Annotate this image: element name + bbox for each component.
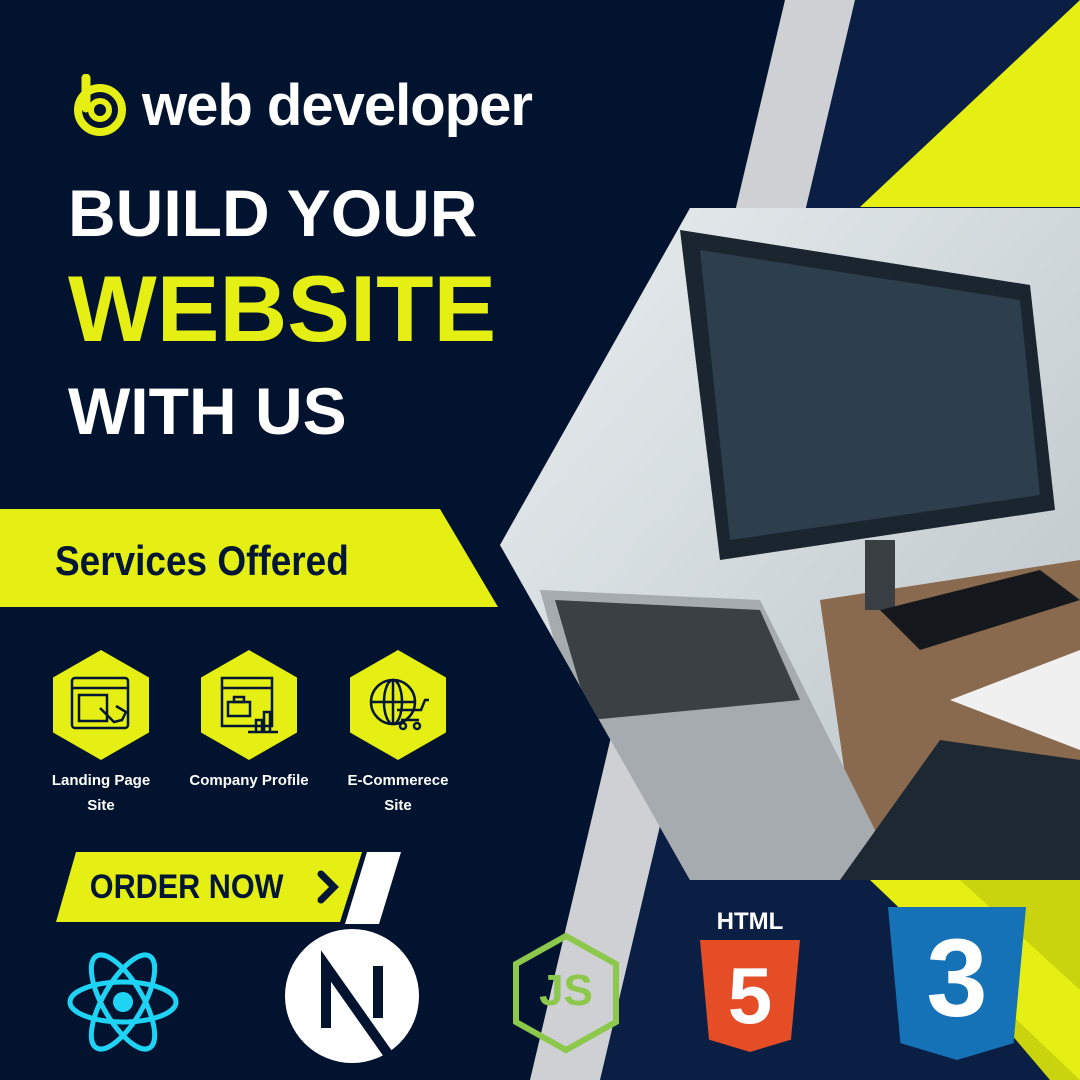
- brand-logo: web developer: [68, 72, 533, 139]
- headline-line2: WEBSITE: [68, 256, 497, 361]
- html-number: 5: [727, 951, 773, 1040]
- company-profile-icon: [220, 676, 278, 734]
- service-label: E-Commerece: [347, 772, 449, 789]
- nodejs-label: JS: [539, 966, 593, 1015]
- power-logo-icon: [74, 73, 126, 136]
- headline-line3: WITH US: [68, 374, 347, 448]
- react-logo-icon: [67, 952, 179, 1052]
- html-label: HTML: [716, 908, 784, 935]
- css-number: 3: [926, 917, 988, 1040]
- ecommerce-icon: [369, 678, 429, 731]
- order-now-button[interactable]: ORDER NOW: [56, 852, 362, 922]
- service-company-profile: Company Profile: [184, 650, 314, 793]
- developer-photo: [500, 208, 1080, 880]
- service-ecommerce: E-Commerece Site: [333, 650, 463, 818]
- html5-shield-icon: 5: [700, 940, 800, 1052]
- css3-logo: 3: [888, 907, 1026, 1060]
- slash-decoration: [345, 852, 401, 924]
- headline-line1: BUILD YOUR: [68, 176, 478, 250]
- service-label-2: Site: [384, 797, 412, 814]
- html5-logo: HTML 5: [700, 908, 800, 1052]
- services-title: Services Offered: [55, 537, 349, 584]
- service-label: Company Profile: [189, 772, 309, 789]
- service-landing-page: Landing Page Site: [36, 650, 166, 818]
- brand-name: web developer: [142, 73, 533, 138]
- service-label-2: Site: [87, 797, 115, 814]
- nodejs-logo: JS: [510, 932, 622, 1054]
- order-now-label: ORDER NOW: [90, 867, 284, 906]
- nextjs-logo-icon: [285, 929, 419, 1063]
- landing-page-icon: [70, 676, 130, 730]
- chevron-right-icon: [317, 870, 339, 904]
- service-label: Landing Page: [51, 772, 151, 789]
